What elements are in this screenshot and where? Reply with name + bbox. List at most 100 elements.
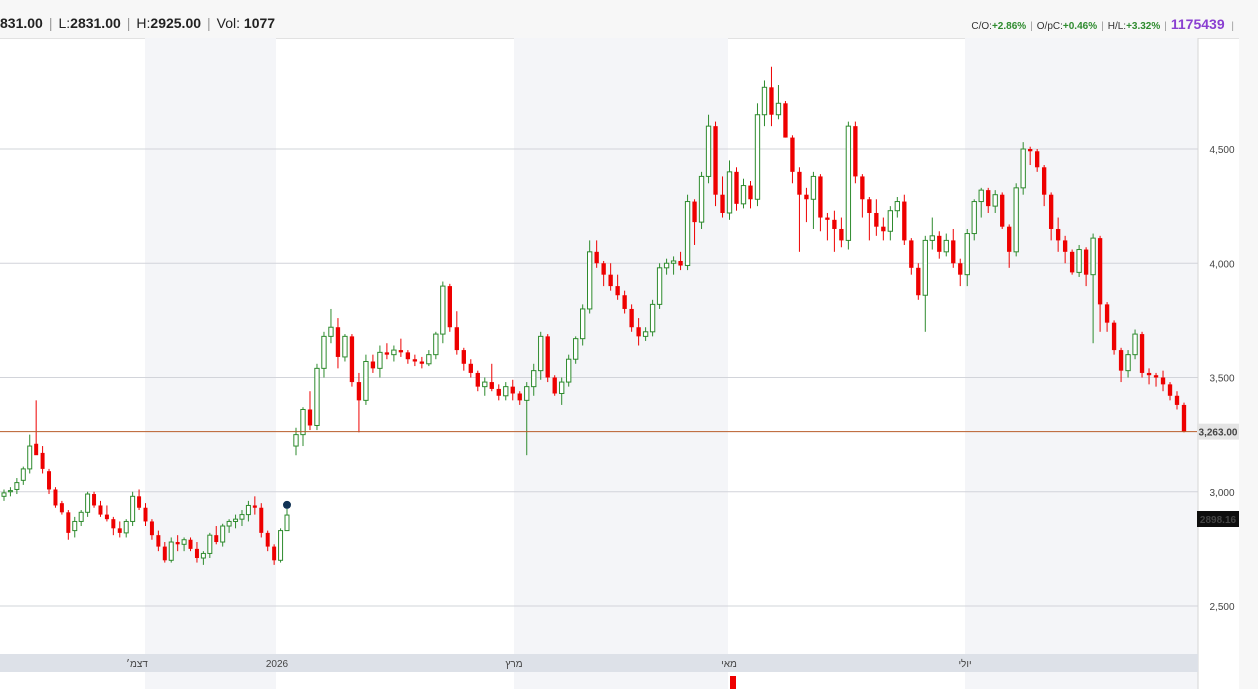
candle-body bbox=[1007, 226, 1012, 252]
candle-up bbox=[761, 80, 768, 127]
candle-body bbox=[66, 512, 71, 533]
candle-down bbox=[909, 238, 914, 275]
candle-body bbox=[545, 336, 550, 378]
candle-up bbox=[887, 206, 893, 241]
candle-body bbox=[226, 520, 232, 527]
x-tick-label: 2026 bbox=[266, 659, 289, 670]
candle-body bbox=[220, 525, 226, 543]
candle-body bbox=[1069, 251, 1075, 273]
candle-up bbox=[426, 350, 432, 367]
separator: | bbox=[1231, 21, 1234, 32]
candle-up bbox=[440, 281, 446, 344]
candle-down bbox=[461, 347, 466, 371]
candle-body bbox=[300, 408, 306, 436]
candle-up bbox=[20, 466, 26, 485]
candle-down bbox=[832, 210, 837, 252]
candle-body bbox=[200, 552, 206, 559]
candle-down bbox=[34, 400, 39, 456]
candle-down bbox=[496, 384, 501, 401]
candle-body bbox=[278, 530, 284, 561]
candle-body bbox=[860, 176, 865, 200]
candle-body bbox=[642, 331, 649, 337]
candle-up bbox=[278, 528, 284, 563]
candle-up bbox=[342, 334, 348, 362]
candle-body bbox=[804, 194, 809, 200]
candle-down bbox=[853, 121, 858, 184]
candle-body bbox=[496, 388, 501, 396]
candle-body bbox=[573, 338, 579, 360]
candle-up bbox=[1, 489, 7, 501]
candle-body bbox=[845, 125, 852, 241]
candle-up bbox=[433, 331, 439, 360]
total-volume: 1175439 bbox=[1170, 16, 1225, 32]
candle-up bbox=[587, 240, 593, 314]
candle-body bbox=[538, 335, 544, 372]
candle-up bbox=[649, 299, 656, 337]
separator: | bbox=[207, 15, 211, 31]
candle-body bbox=[419, 361, 425, 364]
candle-body bbox=[775, 102, 782, 116]
candle-body bbox=[1125, 354, 1131, 372]
candle-down bbox=[335, 318, 341, 369]
candle-body bbox=[454, 327, 459, 351]
candle-down bbox=[860, 174, 865, 218]
candle-body bbox=[1083, 249, 1089, 275]
candle-down bbox=[1181, 402, 1187, 433]
candle-down bbox=[783, 101, 788, 138]
candle-body bbox=[482, 381, 488, 388]
hl-value: +3.32% bbox=[1126, 21, 1161, 32]
candle-down bbox=[475, 370, 480, 392]
candlestick-chart[interactable]: 2,5003,0003,5004,0004,500 דצמ׳ 2026 מרץ … bbox=[0, 38, 1239, 689]
candle-body bbox=[168, 541, 174, 561]
candle-body bbox=[1048, 194, 1054, 229]
candle-down bbox=[356, 372, 362, 433]
candle-body bbox=[524, 386, 530, 401]
co-value: +2.86% bbox=[991, 21, 1027, 32]
candle-body bbox=[503, 386, 509, 397]
candle-body bbox=[622, 295, 627, 309]
candle-body bbox=[78, 511, 84, 522]
candle-body bbox=[594, 251, 599, 264]
candle-body bbox=[377, 351, 383, 369]
candle-body bbox=[117, 528, 122, 533]
candle-body bbox=[726, 171, 733, 214]
candle-down bbox=[748, 180, 753, 209]
candle-up bbox=[566, 354, 572, 387]
price-marker-dot bbox=[283, 500, 291, 509]
candle-down bbox=[1139, 331, 1145, 378]
candle-body bbox=[601, 263, 606, 275]
candle-body bbox=[881, 226, 886, 232]
candle-body bbox=[810, 175, 817, 200]
candle-body bbox=[447, 286, 452, 328]
candle-body bbox=[85, 493, 91, 513]
candle-down bbox=[454, 311, 459, 355]
y-tick-label: 4,000 bbox=[1209, 259, 1234, 270]
co-label: C/O: bbox=[971, 21, 992, 32]
candle-body bbox=[1097, 238, 1103, 305]
separator: | bbox=[1101, 21, 1104, 32]
candle-body bbox=[461, 350, 466, 364]
candle-up bbox=[72, 516, 78, 538]
candle-body bbox=[636, 327, 641, 337]
candle-body bbox=[580, 308, 586, 340]
candle-body bbox=[265, 532, 270, 547]
candle-body bbox=[615, 286, 620, 296]
candle-up bbox=[929, 217, 935, 250]
candle-body bbox=[922, 239, 928, 296]
candle-body bbox=[111, 519, 116, 529]
candle-body bbox=[713, 126, 718, 195]
candle-body bbox=[971, 201, 977, 235]
candle-body bbox=[307, 409, 313, 426]
candle-down bbox=[59, 500, 64, 515]
candle-body bbox=[426, 354, 432, 365]
low-label: L: bbox=[58, 15, 71, 31]
candle-down bbox=[398, 338, 404, 357]
candle-body bbox=[468, 363, 473, 373]
candle-body bbox=[272, 546, 277, 561]
candle-body bbox=[175, 542, 180, 545]
candle-body bbox=[259, 507, 264, 533]
candle-body bbox=[566, 358, 572, 383]
candle-body bbox=[47, 471, 52, 490]
candle-down bbox=[92, 491, 97, 508]
candle-body bbox=[902, 201, 907, 241]
